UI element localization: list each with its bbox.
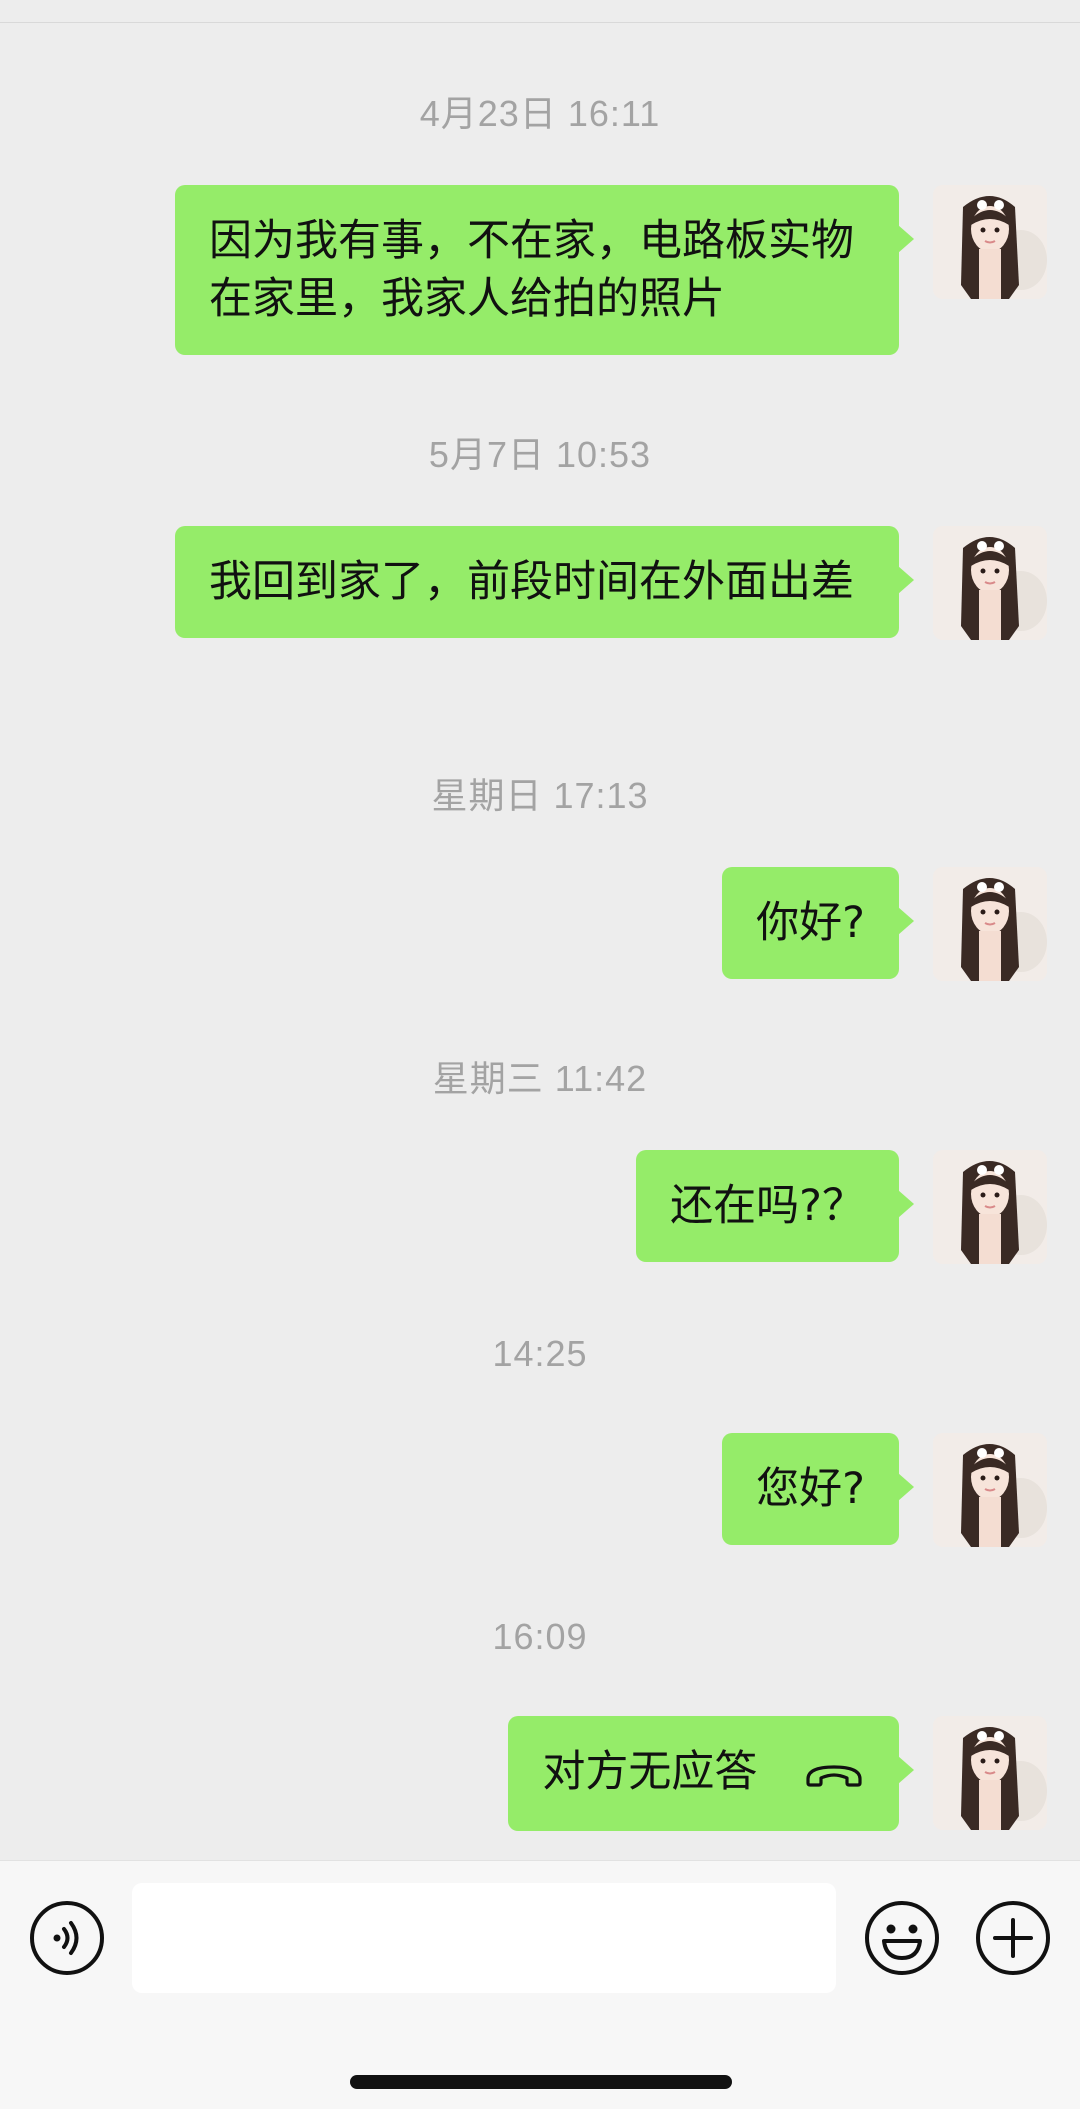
message-input[interactable] xyxy=(132,1883,836,1993)
voice-input-icon xyxy=(30,1901,104,1975)
message-bubble[interactable]: 因为我有事，不在家，电路板实物在家里，我家人给拍的照片 xyxy=(175,185,914,355)
avatar-image-icon xyxy=(933,1433,1047,1547)
message-timestamp: 4月23日 16:11 xyxy=(419,93,661,134)
message-list[interactable]: 4月23日 16:11 因为我有事，不在家，电路板实物在家里，我家人给拍的照片 … xyxy=(0,23,1080,1860)
chat-input-bar xyxy=(0,1860,1080,2109)
hangup-phone-icon xyxy=(803,1746,865,1804)
home-indicator[interactable] xyxy=(350,2075,732,2089)
user-avatar[interactable] xyxy=(933,867,1047,981)
message-bubble[interactable]: 我回到家了，前段时间在外面出差 xyxy=(175,526,914,638)
user-avatar[interactable] xyxy=(933,1716,1047,1830)
voice-input-button[interactable] xyxy=(29,1900,105,1976)
avatar-image-icon xyxy=(933,1716,1047,1830)
message-timestamp: 星期日 17:13 xyxy=(431,775,649,816)
call-status-label: 对方无应答 xyxy=(542,1747,758,1797)
message-timestamp: 16:09 xyxy=(492,1616,588,1657)
message-bubble[interactable]: 还在吗?？ xyxy=(636,1150,914,1262)
plus-button[interactable] xyxy=(975,1900,1051,1976)
emoji-icon xyxy=(865,1901,939,1975)
user-avatar[interactable] xyxy=(933,1433,1047,1547)
emoji-button[interactable] xyxy=(864,1900,940,1976)
message-bubble[interactable]: 您好? xyxy=(722,1433,914,1545)
plus-icon xyxy=(976,1901,1050,1975)
avatar-image-icon xyxy=(933,867,1047,981)
message-bubble[interactable]: 你好? xyxy=(722,867,914,979)
avatar-image-icon xyxy=(933,1150,1047,1264)
user-avatar[interactable] xyxy=(933,1150,1047,1264)
voice-call-bubble[interactable]: 对方无应答 xyxy=(508,1716,914,1831)
user-avatar[interactable] xyxy=(933,185,1047,299)
avatar-image-icon xyxy=(933,185,1047,299)
avatar-image-icon xyxy=(933,526,1047,640)
chat-screen: 4月23日 16:11 因为我有事，不在家，电路板实物在家里，我家人给拍的照片 … xyxy=(0,0,1080,2109)
message-timestamp: 星期三 11:42 xyxy=(432,1058,648,1099)
message-timestamp: 5月7日 10:53 xyxy=(428,434,652,475)
message-timestamp: 14:25 xyxy=(492,1333,588,1374)
user-avatar[interactable] xyxy=(933,526,1047,640)
